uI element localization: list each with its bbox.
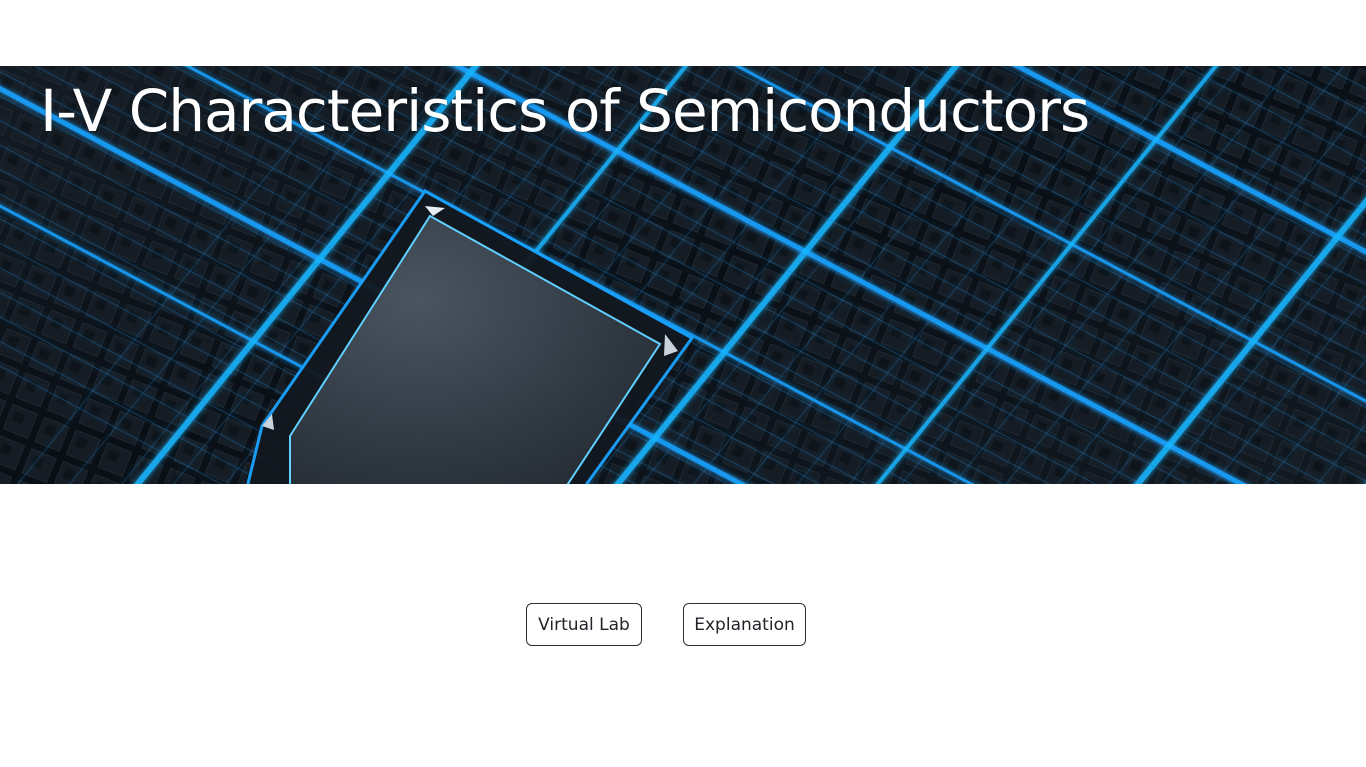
page-title: I-V Characteristics of Semiconductors [40,77,1090,145]
top-blank-strip [0,0,1366,66]
explanation-button[interactable]: Explanation [683,603,806,646]
hero-banner: I-V Characteristics of Semiconductors [0,66,1366,484]
virtual-lab-button[interactable]: Virtual Lab [526,603,642,646]
